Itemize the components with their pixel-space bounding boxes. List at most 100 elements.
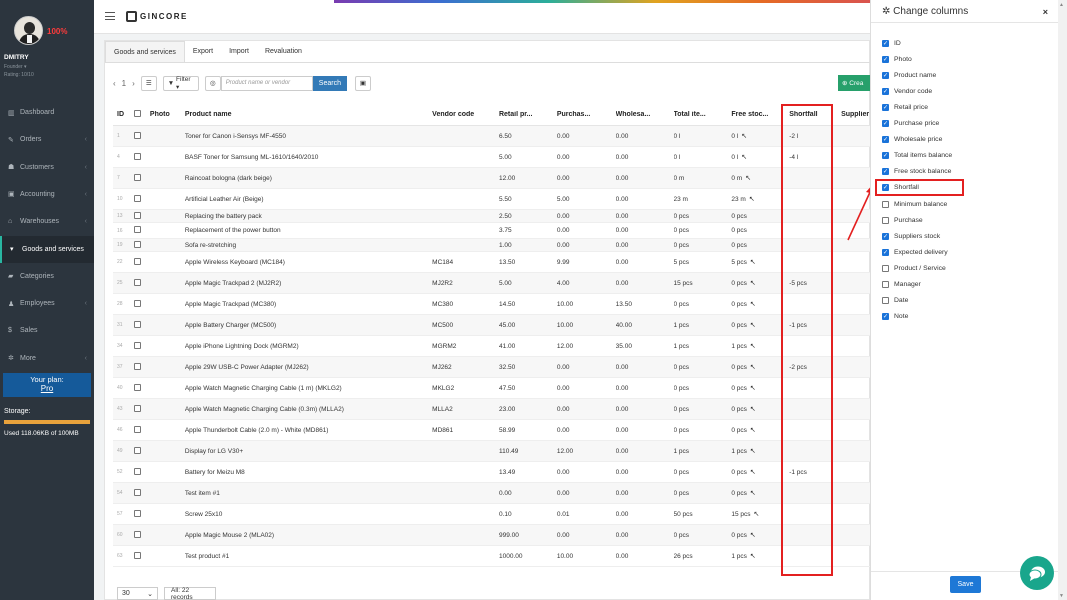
wrench-icon[interactable]: ↖ (745, 175, 751, 182)
page-size-select[interactable]: 30 ⌄ (117, 587, 158, 600)
sidebar-item-categories[interactable]: ▰ Categories (0, 263, 94, 290)
table-row[interactable]: 60 Apple Magic Mouse 2 (MLA02) 999.00 0.00 0… (113, 525, 871, 546)
table-row[interactable]: 13 Replacing the battery pack 2.50 0.00 0.00… (113, 210, 871, 223)
table-row[interactable]: 57 Screw 25x10 0.10 0.01 0.00 50 pcs 15 pcs ↖ (113, 504, 871, 525)
checkbox-unchecked-icon[interactable] (882, 297, 889, 305)
wrench-icon[interactable]: ↖ (741, 154, 747, 161)
row-checkbox[interactable] (133, 240, 141, 248)
table-row[interactable]: 4 BASF Toner for Samsung ML-1610/1640/201… (113, 147, 871, 168)
row-checkbox[interactable] (133, 467, 141, 475)
table-row[interactable]: 1 Toner for Canon i-Sensys MF-4550 6.50 0.0… (113, 126, 871, 147)
table-row[interactable]: 40 Apple Watch Magnetic Charging Cable (1… (113, 378, 871, 399)
table-row[interactable]: 28 Apple Magic Trackpad (MC380) MC380 14.50… (113, 294, 871, 315)
sidebar-item-warehouses[interactable]: ⌂ Warehouses ‹ (0, 208, 94, 235)
row-checkbox[interactable] (133, 488, 141, 496)
column-header[interactable]: ID (113, 111, 134, 118)
checkbox-checked-icon[interactable]: ✓ (882, 152, 889, 160)
tab-revaluation[interactable]: Revaluation (257, 41, 310, 63)
table-row[interactable]: 52 Battery for Meizu M8 13.49 0.00 0.00 0 pcs… (113, 462, 871, 483)
row-checkbox[interactable] (133, 194, 141, 202)
checkbox-checked-icon[interactable]: ✓ (882, 313, 889, 321)
wrench-icon[interactable]: ↖ (741, 133, 747, 140)
checkbox-checked-icon[interactable]: ✓ (882, 55, 889, 63)
column-option-product-name[interactable]: ✓ Product name (882, 70, 936, 80)
checkbox-unchecked-icon[interactable] (882, 216, 889, 224)
avatar[interactable] (14, 16, 43, 45)
checkbox-checked-icon[interactable]: ✓ (882, 168, 889, 176)
next-page-icon[interactable]: › (132, 79, 135, 88)
table-row[interactable]: 7 Raincoat bologna (dark beige) 12.00 0.00 0… (113, 168, 871, 189)
checkbox-unchecked-icon[interactable] (882, 264, 889, 272)
column-option-product-service[interactable]: Product / Service (882, 263, 946, 273)
wrench-icon[interactable]: ↖ (750, 301, 756, 308)
table-row[interactable]: 25 Apple Magic Trackpad 2 (MJ2R2) MJ2R2 5.0… (113, 273, 871, 294)
scan-button[interactable]: ◎ (204, 75, 221, 91)
row-checkbox[interactable] (133, 257, 141, 265)
table-row[interactable]: 63 Test product #1 1000.00 10.00 0.00 26 pcs 1… (113, 546, 871, 567)
search-input[interactable]: Product name or vendor (220, 75, 313, 91)
scroll-up-icon[interactable]: ▲ (1059, 2, 1064, 8)
column-option-retail-price[interactable]: ✓ Retail price (882, 102, 928, 112)
menu-icon[interactable] (105, 12, 115, 20)
wrench-icon[interactable]: ↖ (750, 322, 756, 329)
row-checkbox[interactable] (133, 299, 141, 307)
wrench-icon[interactable]: ↖ (749, 196, 755, 203)
wrench-icon[interactable]: ↖ (750, 364, 756, 371)
row-checkbox[interactable] (133, 425, 141, 433)
column-header[interactable]: Total ite... (674, 111, 732, 118)
row-checkbox[interactable] (133, 131, 141, 139)
column-option-manager[interactable]: Manager (882, 280, 921, 290)
user-name[interactable]: DMITRY (4, 54, 29, 61)
checkbox-checked-icon[interactable]: ✓ (882, 232, 889, 240)
row-checkbox[interactable] (133, 530, 141, 538)
prev-page-icon[interactable]: ‹ (113, 79, 116, 88)
wrench-icon[interactable]: ↖ (750, 448, 756, 455)
create-button[interactable]: ⊕ Crea (838, 75, 871, 91)
checkbox-checked-icon[interactable]: ✓ (882, 71, 889, 79)
column-header[interactable]: Photo (150, 111, 185, 118)
sidebar-item-customers[interactable]: ☗ Customers ‹ (0, 154, 94, 181)
sidebar-item-orders[interactable]: ✎ Orders ‹ (0, 126, 94, 153)
wrench-icon[interactable]: ↖ (750, 490, 756, 497)
column-header[interactable]: Retail pr... (499, 111, 557, 118)
column-option-id[interactable]: ✓ ID (882, 38, 901, 48)
tab-goods-and-services[interactable]: Goods and services (105, 41, 185, 63)
current-page[interactable]: 1 (122, 79, 126, 88)
column-option-free-stock-balance[interactable]: ✓ Free stock balance (882, 167, 951, 177)
sidebar-item-sales[interactable]: $ Sales (0, 317, 94, 344)
table-row[interactable]: 22 Apple Wireless Keyboard (MC184) MC184 13… (113, 252, 871, 273)
sidebar-item-dashboard[interactable]: ▥ Dashboard (0, 99, 94, 126)
search-button[interactable]: Search (312, 75, 347, 91)
wrench-icon[interactable]: ↖ (754, 511, 760, 518)
wrench-icon[interactable]: ↖ (750, 343, 756, 350)
checkbox-checked-icon[interactable]: ✓ (882, 39, 889, 47)
row-checkbox[interactable] (133, 551, 141, 559)
row-checkbox[interactable] (133, 278, 141, 286)
row-checkbox[interactable] (133, 383, 141, 391)
column-header[interactable]: Wholesa... (616, 111, 674, 118)
wrench-icon[interactable]: ↖ (750, 469, 756, 476)
column-option-note[interactable]: ✓ Note (882, 312, 908, 322)
checkbox-checked-icon[interactable]: ✓ (882, 136, 889, 144)
column-header[interactable]: Purchas... (557, 111, 616, 118)
table-row[interactable]: 10 Artificial Leather Air (Beige) 5.50 5.00… (113, 189, 871, 210)
column-option-suppliers-stock[interactable]: ✓ Suppliers stock (882, 231, 940, 241)
table-row[interactable]: 34 Apple iPhone Lightning Dock (MGRM2) MGR… (113, 336, 871, 357)
row-checkbox[interactable] (133, 509, 141, 517)
table-row[interactable]: 19 Sofa re-stretching 1.00 0.00 0.00 0 pcs 0 p… (113, 239, 871, 252)
column-option-expected-delivery[interactable]: ✓ Expected delivery (882, 247, 948, 257)
wrench-icon[interactable]: ↖ (750, 259, 756, 266)
table-row[interactable]: 43 Apple Watch Magnetic Charging Cable (0… (113, 399, 871, 420)
scroll-down-icon[interactable]: ▼ (1059, 593, 1064, 599)
row-checkbox[interactable] (133, 320, 141, 328)
save-button[interactable]: Save (950, 576, 981, 593)
tab-import[interactable]: Import (221, 41, 257, 63)
column-header[interactable]: Supplier (841, 111, 871, 118)
close-icon[interactable]: × (1043, 7, 1048, 17)
column-option-photo[interactable]: ✓ Photo (882, 54, 912, 64)
chat-button[interactable] (1020, 556, 1054, 590)
row-checkbox[interactable] (133, 152, 141, 160)
plan-box[interactable]: Your plan: Pro (3, 373, 91, 397)
user-role-dropdown[interactable]: Founder ▾ (4, 64, 27, 70)
checkbox-unchecked-icon[interactable] (882, 200, 889, 208)
